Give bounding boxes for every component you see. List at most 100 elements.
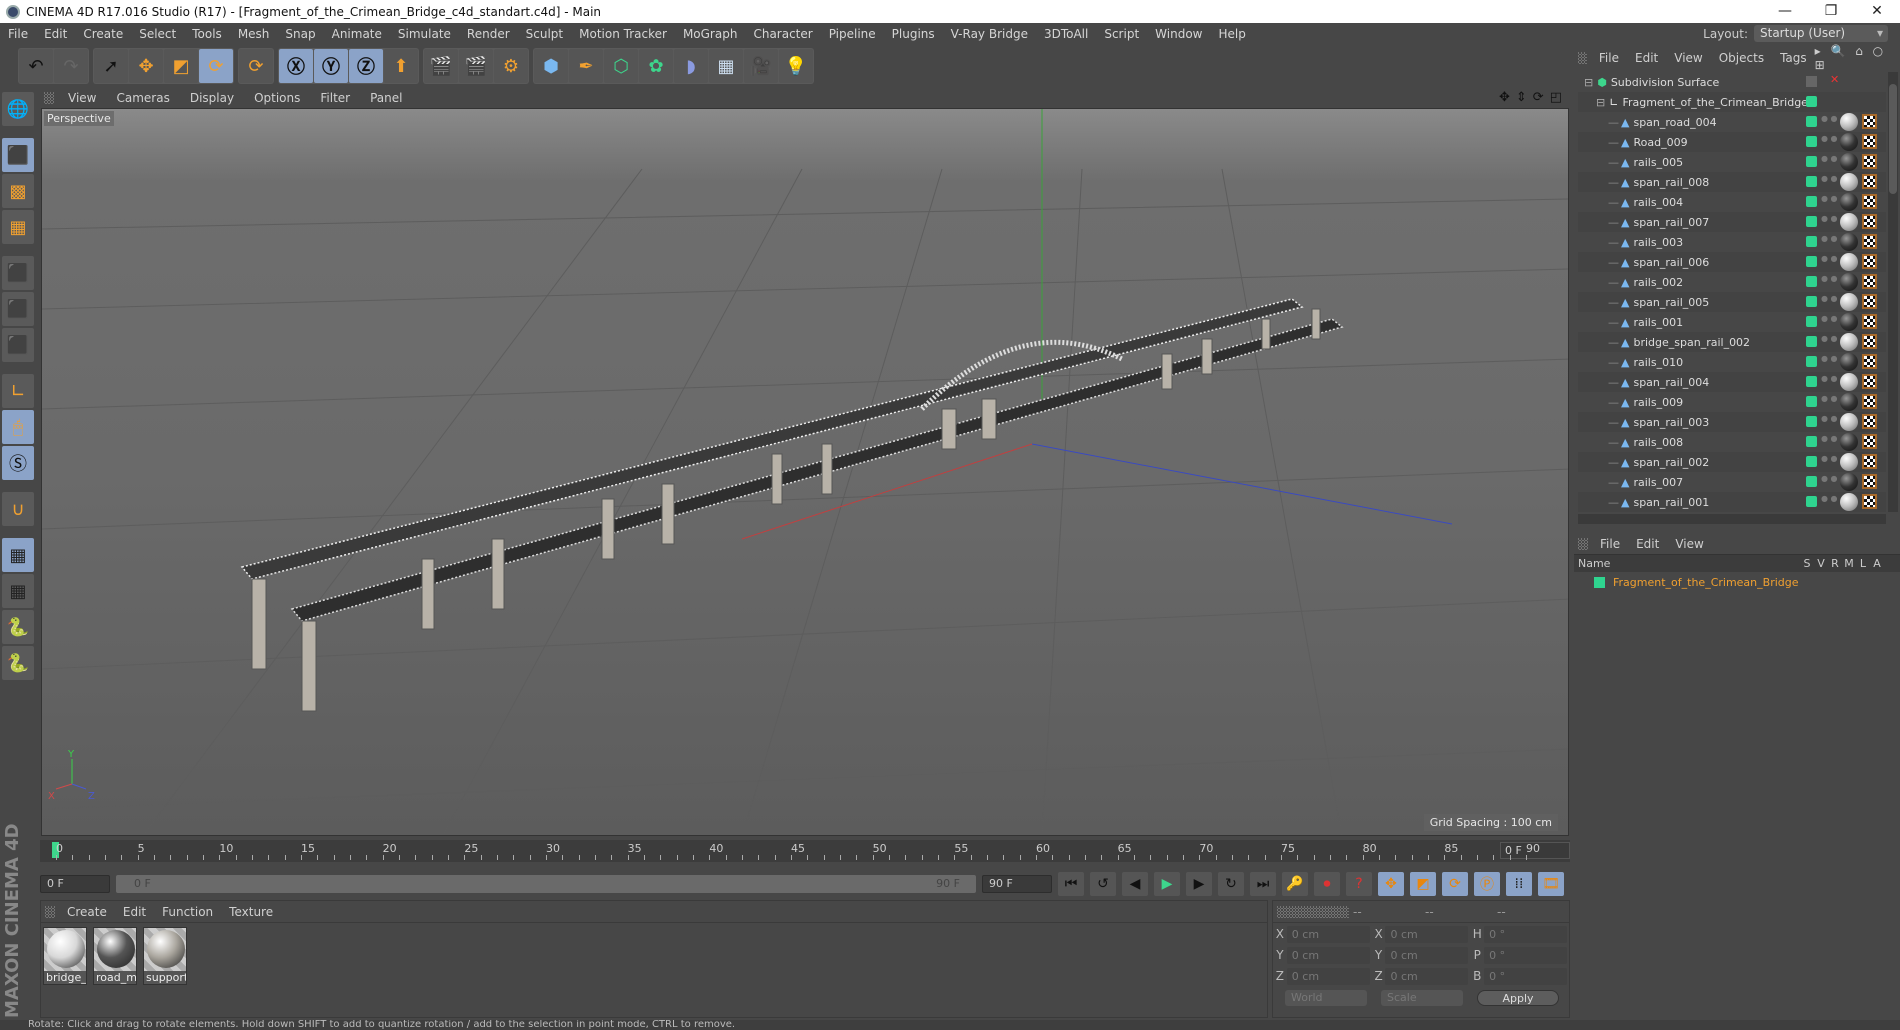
visibility-dots-icon[interactable]: ● ●: [1821, 115, 1838, 123]
menu-sculpt[interactable]: Sculpt: [518, 27, 571, 41]
layer-color-swatch[interactable]: [1806, 356, 1817, 367]
visibility-dots-icon[interactable]: ● ●: [1821, 435, 1838, 443]
uvw-tag-icon[interactable]: [1862, 274, 1877, 289]
select-tool-icon[interactable]: ➚: [94, 49, 128, 83]
menu-render[interactable]: Render: [459, 27, 518, 41]
subdivision-surface-icon[interactable]: ⬡: [604, 49, 638, 83]
menu-animate[interactable]: Animate: [324, 27, 390, 41]
layout-dropdown[interactable]: Startup (User): [1754, 25, 1888, 42]
object-row[interactable]: — ▲ rails_002 ● ●: [1578, 272, 1886, 292]
menu-window[interactable]: Window: [1147, 27, 1210, 41]
tweak-mode-icon[interactable]: 🖱: [2, 410, 34, 444]
go-to-end-button[interactable]: ⏭: [1250, 872, 1276, 896]
panel-grip-icon[interactable]: [44, 92, 54, 104]
material-tag-icon[interactable]: [1840, 373, 1858, 391]
layer-column-a[interactable]: A: [1870, 557, 1884, 570]
layer-column-v[interactable]: V: [1814, 557, 1828, 570]
menu-snap[interactable]: Snap: [277, 27, 323, 41]
object-row[interactable]: — ▲ span_rail_002 ● ●: [1578, 452, 1886, 472]
layer-column-l[interactable]: L: [1856, 557, 1870, 570]
layer-color-swatch[interactable]: [1806, 436, 1817, 447]
viewport-menu-options[interactable]: Options: [244, 91, 310, 105]
render-picture-viewer-icon[interactable]: 🎬: [459, 49, 493, 83]
layer-column-r[interactable]: R: [1828, 557, 1842, 570]
material-tag-icon[interactable]: [1840, 213, 1858, 231]
layer-color-swatch[interactable]: [1806, 336, 1817, 347]
magnet-icon[interactable]: ∪: [2, 492, 34, 526]
render-view-icon[interactable]: 🎬: [424, 49, 458, 83]
camera-icon[interactable]: 🎥: [744, 49, 778, 83]
object-menu-objects[interactable]: Objects: [1711, 51, 1772, 65]
size-field[interactable]: 0 cm: [1385, 946, 1469, 964]
menu-help[interactable]: Help: [1210, 27, 1253, 41]
visibility-dots-icon[interactable]: ● ●: [1821, 175, 1838, 183]
uvw-tag-icon[interactable]: [1862, 354, 1877, 369]
move-tool-icon[interactable]: ✥: [129, 49, 163, 83]
object-manager-icons[interactable]: ▸ 🔍 ⌂ ○ ⊞: [1815, 44, 1900, 72]
menu-file[interactable]: File: [0, 27, 36, 41]
uvw-tag-icon[interactable]: [1862, 434, 1877, 449]
material-tag-icon[interactable]: [1840, 193, 1858, 211]
menu-script[interactable]: Script: [1096, 27, 1147, 41]
key-rotation-icon[interactable]: ⟳: [1442, 872, 1468, 896]
menu-mograph[interactable]: MoGraph: [675, 27, 746, 41]
autokey-icon[interactable]: ?: [1346, 872, 1372, 896]
material-tag-icon[interactable]: [1840, 353, 1858, 371]
material-tag-icon[interactable]: [1840, 153, 1858, 171]
zoom-view-icon[interactable]: ⇕: [1516, 90, 1527, 105]
material-tag-icon[interactable]: [1840, 313, 1858, 331]
close-button[interactable]: ✕: [1854, 0, 1900, 23]
deformer-icon[interactable]: ◗: [674, 49, 708, 83]
material-tag-icon[interactable]: [1840, 413, 1858, 431]
disabled-x-icon[interactable]: ✕: [1830, 73, 1839, 86]
workplane-mode-icon[interactable]: ▦: [2, 210, 34, 244]
timeline-window-icon[interactable]: 🎞: [1538, 872, 1564, 896]
uvw-tag-icon[interactable]: [1862, 394, 1877, 409]
motion-record-icon[interactable]: 🔑: [1282, 872, 1308, 896]
object-row[interactable]: — ▲ span_rail_007 ● ●: [1578, 212, 1886, 232]
object-row[interactable]: — ▲ span_rail_005 ● ●: [1578, 292, 1886, 312]
layer-color-swatch[interactable]: [1806, 456, 1817, 467]
object-list-hscrollbar[interactable]: [1578, 514, 1886, 524]
object-row[interactable]: — ▲ span_rail_004 ● ●: [1578, 372, 1886, 392]
material-menu-texture[interactable]: Texture: [221, 905, 281, 919]
end-frame-field[interactable]: 90 F: [982, 875, 1052, 893]
layer-color-swatch[interactable]: [1806, 236, 1817, 247]
scale-tool-icon[interactable]: ◩: [164, 49, 198, 83]
visibility-dots-icon[interactable]: ● ●: [1821, 335, 1838, 343]
menu-pipeline[interactable]: Pipeline: [821, 27, 884, 41]
previous-frame-button[interactable]: ◀: [1122, 872, 1148, 896]
key-point-level-icon[interactable]: ⁞⁞: [1506, 872, 1532, 896]
key-position-icon[interactable]: ✥: [1378, 872, 1404, 896]
rotation-field[interactable]: 0 °: [1484, 967, 1568, 985]
python-script-2-icon[interactable]: 🐍: [2, 646, 34, 680]
object-menu-view[interactable]: View: [1666, 51, 1710, 65]
object-menu-edit[interactable]: Edit: [1627, 51, 1666, 65]
x-axis-lock-icon[interactable]: Ⓧ: [279, 49, 313, 83]
layer-color-swatch[interactable]: [1806, 276, 1817, 287]
previous-key-button[interactable]: ↺: [1090, 872, 1116, 896]
layer-menu-view[interactable]: View: [1667, 537, 1711, 551]
uvw-tag-icon[interactable]: [1862, 474, 1877, 489]
material-tag-icon[interactable]: [1840, 473, 1858, 491]
uvw-tag-icon[interactable]: [1862, 234, 1877, 249]
menu-tools[interactable]: Tools: [184, 27, 230, 41]
edit-state-icon[interactable]: [1806, 76, 1817, 87]
uvw-tag-icon[interactable]: [1862, 314, 1877, 329]
play-button[interactable]: ▶: [1154, 872, 1180, 896]
layer-color-swatch[interactable]: [1806, 316, 1817, 327]
material-menu-create[interactable]: Create: [59, 905, 115, 919]
uvw-tag-icon[interactable]: [1862, 194, 1877, 209]
layer-color-swatch[interactable]: [1806, 176, 1817, 187]
layer-color-swatch[interactable]: [1806, 116, 1817, 127]
object-menu-file[interactable]: File: [1591, 51, 1627, 65]
visibility-dots-icon[interactable]: ● ●: [1821, 375, 1838, 383]
layer-color-swatch[interactable]: [1806, 196, 1817, 207]
object-row[interactable]: — ▲ span_rail_008 ● ●: [1578, 172, 1886, 192]
object-row[interactable]: — ▲ rails_003 ● ●: [1578, 232, 1886, 252]
menu-v-ray-bridge[interactable]: V-Ray Bridge: [943, 27, 1036, 41]
object-row[interactable]: — ▲ span_rail_006 ● ●: [1578, 252, 1886, 272]
pen-spline-icon[interactable]: ✒: [569, 49, 603, 83]
visibility-dots-icon[interactable]: ● ●: [1821, 235, 1838, 243]
uvw-tag-icon[interactable]: [1862, 494, 1877, 509]
